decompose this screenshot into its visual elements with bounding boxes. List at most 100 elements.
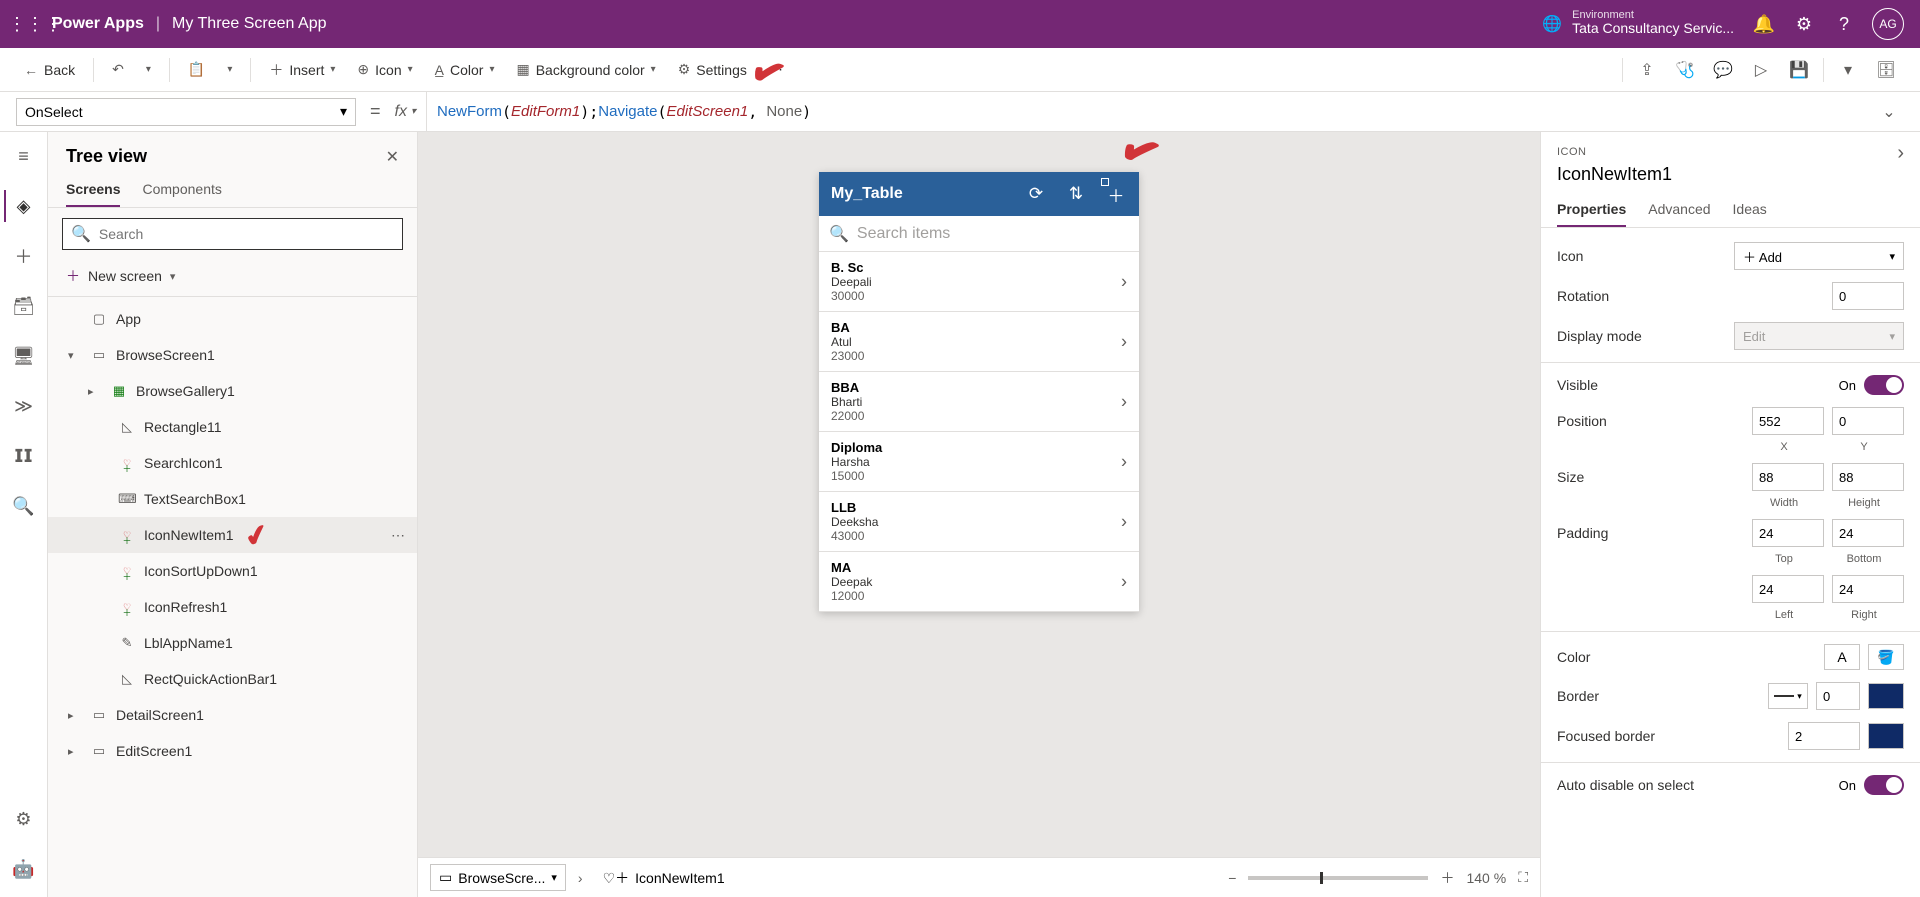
tree-node-iconrefresh[interactable]: ♡＋IconRefresh1 <box>48 589 417 625</box>
size-height-input[interactable] <box>1832 463 1904 491</box>
zoom-in-button[interactable]: ＋ <box>1440 868 1454 888</box>
list-item[interactable]: MA Deepak 12000 › <box>819 552 1139 612</box>
fx-label[interactable]: fx▾ <box>395 103 416 121</box>
user-avatar[interactable]: AG <box>1872 8 1904 40</box>
autodisable-toggle[interactable] <box>1864 775 1904 795</box>
tab-screens[interactable]: Screens <box>66 173 120 207</box>
insert-icon[interactable]: ＋ <box>4 240 44 272</box>
tree-node-lblappname[interactable]: ✎LblAppName1 <box>48 625 417 661</box>
virtual-agent-icon[interactable]: 🤖 <box>4 853 44 885</box>
position-y-input[interactable] <box>1832 407 1904 435</box>
tree-node-searchicon[interactable]: ♡＋SearchIcon1 <box>48 445 417 481</box>
padding-bottom-input[interactable] <box>1832 519 1904 547</box>
visible-toggle[interactable] <box>1864 375 1904 395</box>
tree-node-textsearchbox[interactable]: ⌨TextSearchBox1 <box>48 481 417 517</box>
tree-node-iconnewitem[interactable]: ♡＋IconNewItem1✔⋯ <box>48 517 417 553</box>
preview-button[interactable]: ▷ <box>1743 54 1779 86</box>
canvas-area[interactable]: ✔ My_Table ⟳ ⇅ ＋ 🔍 Search items B. Sc De… <box>418 132 1540 897</box>
add-item-icon[interactable]: ＋ <box>1105 182 1127 207</box>
prop-size-label: Size <box>1557 469 1744 485</box>
tree-node-rectangle[interactable]: ◺Rectangle11 <box>48 409 417 445</box>
size-width-input[interactable] <box>1752 463 1824 491</box>
close-icon[interactable]: ✕ <box>386 147 399 167</box>
rotation-input[interactable] <box>1832 282 1904 310</box>
paste-button[interactable]: 📋 <box>180 54 213 86</box>
padding-right-input[interactable] <box>1832 575 1904 603</box>
tab-advanced[interactable]: Advanced <box>1648 193 1710 227</box>
list-item[interactable]: B. Sc Deepali 30000 › <box>819 252 1139 312</box>
border-color-swatch[interactable] <box>1868 683 1904 709</box>
zoom-slider[interactable] <box>1248 876 1428 880</box>
focused-border-input[interactable] <box>1788 722 1860 750</box>
breadcrumb-control[interactable]: ♡＋IconNewItem1 <box>595 864 733 892</box>
font-color-button[interactable]: A <box>1824 644 1860 670</box>
padding-top-input[interactable] <box>1752 519 1824 547</box>
list-item[interactable]: LLB Deeksha 43000 › <box>819 492 1139 552</box>
list-item[interactable]: Diploma Harsha 15000 › <box>819 432 1139 492</box>
tree-search-input[interactable] <box>99 226 394 242</box>
new-screen-button[interactable]: ＋ New screen ▾ <box>48 260 417 296</box>
search-items-row[interactable]: 🔍 Search items <box>819 216 1139 252</box>
settings-gear-icon[interactable]: ⚙ <box>1784 14 1824 35</box>
padding-left-input[interactable] <box>1752 575 1824 603</box>
hamburger-icon[interactable]: ≡ <box>4 140 44 172</box>
settings-button[interactable]: ⚙Settings <box>670 54 755 86</box>
list-item[interactable]: BBA Bharti 22000 › <box>819 372 1139 432</box>
search-icon[interactable]: 🔍 <box>4 490 44 522</box>
tree-node-app[interactable]: ▢App <box>48 301 417 337</box>
media-icon[interactable]: 🖥 <box>4 340 44 372</box>
add-icon-button[interactable]: ⊕Icon▾ <box>349 54 420 86</box>
tree-search[interactable]: 🔍 <box>62 218 403 250</box>
chevron-right-icon[interactable]: › <box>1897 142 1904 165</box>
environment-picker[interactable]: 🌐 Environment Tata Consultancy Servic... <box>1542 10 1734 38</box>
tree-node-editscreen[interactable]: ▸▭EditScreen1 <box>48 733 417 769</box>
zoom-out-button[interactable]: − <box>1228 870 1236 886</box>
paste-dropdown[interactable]: ▾ <box>219 54 240 86</box>
position-x-input[interactable] <box>1752 407 1824 435</box>
fit-to-screen-icon[interactable]: ⛶ <box>1518 869 1528 886</box>
more-icon[interactable]: ⋯ <box>391 527 405 544</box>
comments-button[interactable]: 💬 <box>1705 54 1741 86</box>
share-button[interactable]: ⇪ <box>1629 54 1665 86</box>
help-icon[interactable]: ? <box>1824 14 1864 35</box>
breadcrumb-screen[interactable]: ▭BrowseScre...▾ <box>430 864 566 891</box>
app-launcher-icon[interactable]: ⋮⋮⋮ <box>8 14 48 35</box>
focused-border-color-swatch[interactable] <box>1868 723 1904 749</box>
settings-rail-icon[interactable]: ⚙ <box>4 803 44 835</box>
back-button[interactable]: ←Back <box>16 54 83 86</box>
tree-node-iconsortupdown[interactable]: ♡＋IconSortUpDown1 <box>48 553 417 589</box>
tree-node-browsegallery[interactable]: ▸▦BrowseGallery1 <box>48 373 417 409</box>
sort-icon[interactable]: ⇅ <box>1065 184 1087 204</box>
refresh-icon[interactable]: ⟳ <box>1025 184 1047 204</box>
bgcolor-button[interactable]: ▦Background color▾ <box>508 54 663 86</box>
power-automate-icon[interactable]: ≫ <box>4 390 44 422</box>
tree-node-rectquick[interactable]: ◺RectQuickActionBar1 <box>48 661 417 697</box>
formula-input[interactable]: NewForm(EditForm1);Navigate(EditScreen1,… <box>426 92 1864 131</box>
save-button[interactable]: 💾 <box>1781 54 1817 86</box>
tree-view-icon[interactable]: ◈ <box>4 190 44 222</box>
tab-components[interactable]: Components <box>142 173 221 207</box>
tab-ideas[interactable]: Ideas <box>1733 193 1767 227</box>
tree-node-browsescreen[interactable]: ▾▭BrowseScreen1 <box>48 337 417 373</box>
insert-button[interactable]: ＋Insert▾ <box>261 54 343 86</box>
border-width-input[interactable] <box>1816 682 1860 710</box>
list-item[interactable]: BA Atul 23000 › <box>819 312 1139 372</box>
border-style-button[interactable]: ▾ <box>1768 683 1808 709</box>
icon-selector[interactable]: ＋ Add▾ <box>1734 242 1904 270</box>
publish-dropdown[interactable]: ▾ <box>1830 54 1866 86</box>
notifications-icon[interactable]: 🔔 <box>1744 14 1784 35</box>
displaymode-selector[interactable]: Edit▾ <box>1734 322 1904 350</box>
color-button[interactable]: A̲Color▾ <box>427 54 503 86</box>
expand-formula-button[interactable]: ⌄ <box>1874 102 1904 122</box>
app-checker-button[interactable]: 🗄 <box>1868 54 1904 86</box>
overflow-button[interactable]: ⋯✔ <box>761 54 791 86</box>
fill-color-button[interactable]: 🪣 <box>1868 644 1904 670</box>
tab-properties[interactable]: Properties <box>1557 193 1626 227</box>
health-check-button[interactable]: 🩺 <box>1667 54 1703 86</box>
tree-node-detailscreen[interactable]: ▸▭DetailScreen1 <box>48 697 417 733</box>
property-selector[interactable]: OnSelect ▾ <box>16 98 356 126</box>
data-icon[interactable]: 🗃 <box>4 290 44 322</box>
variables-icon[interactable]: 𝗜𝗜 <box>4 440 44 472</box>
undo-dropdown[interactable]: ▾ <box>138 54 159 86</box>
undo-button[interactable]: ↶ <box>104 54 132 86</box>
